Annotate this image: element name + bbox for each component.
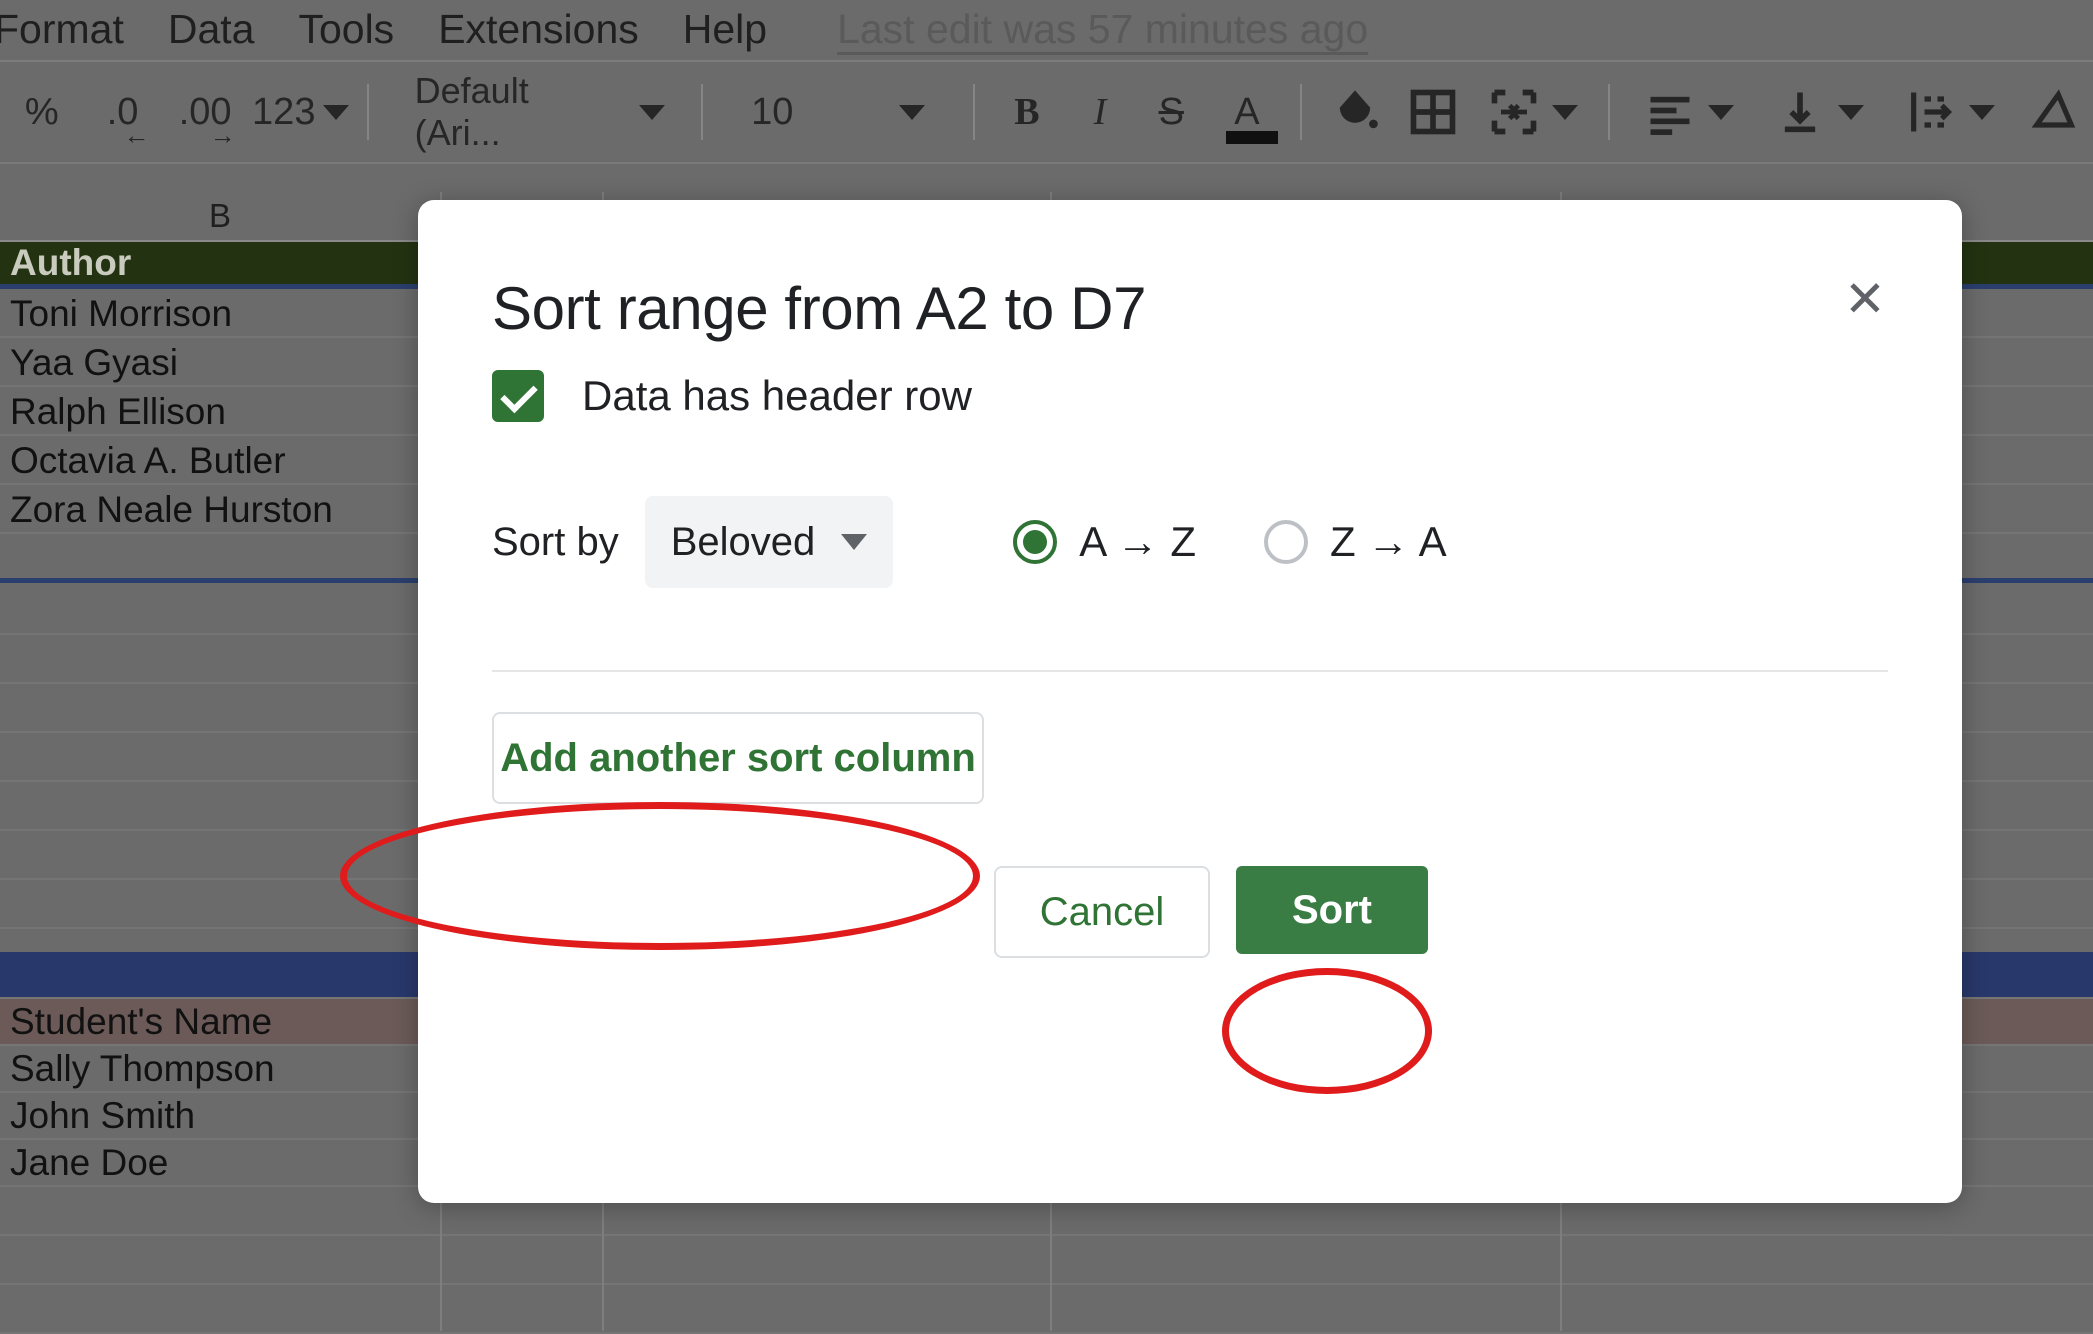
table-cell[interactable]: Student's Name bbox=[0, 998, 440, 1045]
data-has-header-row-control[interactable]: Data has header row bbox=[492, 370, 972, 422]
table-cell[interactable]: Sally Thompson bbox=[0, 1045, 440, 1092]
merge-cells-icon[interactable] bbox=[1472, 62, 1594, 162]
text-color-label: A bbox=[1234, 90, 1260, 133]
chevron-down-icon bbox=[898, 104, 925, 120]
menu-item-format[interactable]: Format bbox=[0, 6, 146, 53]
text-wrapping-icon[interactable] bbox=[1884, 62, 2014, 162]
increase-decimal-button[interactable]: .00 → bbox=[162, 62, 249, 162]
chevron-down-icon bbox=[1707, 104, 1734, 120]
table-cell[interactable]: Author bbox=[0, 240, 440, 287]
table-cell[interactable]: Zora Neale Hurston bbox=[0, 486, 440, 533]
table-cell[interactable]: Ralph Ellison bbox=[0, 388, 440, 435]
percent-format-button[interactable]: % bbox=[0, 62, 83, 162]
toolbar-divider bbox=[1299, 84, 1302, 140]
table-row[interactable] bbox=[0, 1238, 2093, 1285]
table-cell[interactable]: Jane Doe bbox=[0, 1139, 440, 1186]
toolbar-divider bbox=[972, 84, 975, 140]
header-row-checkbox[interactable] bbox=[492, 370, 544, 422]
menu-item-extensions[interactable]: Extensions bbox=[416, 6, 661, 53]
toolbar-divider bbox=[1607, 84, 1610, 140]
font-size-label: 10 bbox=[751, 90, 794, 133]
table-row[interactable] bbox=[0, 1287, 2093, 1334]
sort-order-radio-group: A → Z Z → A bbox=[1013, 518, 1447, 566]
sort-range-dialog: Sort range from A2 to D7 ✕ Data has head… bbox=[418, 200, 1962, 1203]
toolbar: % .0 ← .00 → 123 Default (Ari... 10 B I … bbox=[0, 60, 2093, 164]
menu-item-tools[interactable]: Tools bbox=[276, 6, 416, 53]
menu-bar: Format Data Tools Extensions Help Last e… bbox=[0, 0, 2093, 58]
sort-by-row: Sort by Beloved A → Z Z → A bbox=[492, 496, 1447, 588]
table-cell[interactable]: Yaa Gyasi bbox=[0, 339, 440, 386]
vertical-align-icon[interactable] bbox=[1754, 62, 1884, 162]
sort-order-descending-label: Z → A bbox=[1329, 518, 1447, 565]
column-header-B[interactable]: B bbox=[0, 192, 440, 240]
dialog-divider bbox=[492, 670, 1888, 672]
table-cell[interactable]: Toni Morrison bbox=[0, 290, 440, 337]
strikethrough-button[interactable]: S bbox=[1135, 62, 1208, 162]
cancel-button[interactable]: Cancel bbox=[994, 866, 1210, 958]
last-edit-status[interactable]: Last edit was 57 minutes ago bbox=[837, 6, 1368, 53]
fill-color-icon[interactable] bbox=[1316, 62, 1394, 162]
italic-button[interactable]: I bbox=[1065, 62, 1135, 162]
toolbar-divider bbox=[701, 84, 704, 140]
decrease-decimal-button[interactable]: .0 ← bbox=[83, 62, 161, 162]
menu-item-data[interactable]: Data bbox=[146, 6, 277, 53]
sort-by-column-value: Beloved bbox=[670, 519, 816, 564]
text-color-button[interactable]: A bbox=[1208, 62, 1286, 162]
radio-unselected-icon[interactable] bbox=[1263, 520, 1308, 564]
chevron-down-icon bbox=[323, 104, 350, 120]
table-cell[interactable]: Octavia A. Butler bbox=[0, 437, 440, 484]
chevron-down-icon bbox=[1552, 104, 1579, 120]
chevron-down-icon bbox=[1968, 104, 1995, 120]
color-swatch bbox=[1225, 131, 1278, 144]
number-format-label: 123 bbox=[252, 90, 316, 133]
sort-order-ascending-label: A → Z bbox=[1079, 518, 1196, 565]
chevron-down-icon bbox=[841, 534, 868, 550]
table-cell[interactable]: John Smith bbox=[0, 1092, 440, 1139]
chevron-down-icon bbox=[639, 104, 666, 120]
borders-icon[interactable] bbox=[1394, 62, 1472, 162]
font-family-label: Default (Ari... bbox=[414, 70, 529, 153]
dialog-title: Sort range from A2 to D7 bbox=[492, 275, 1147, 342]
radio-selected-icon[interactable] bbox=[1013, 520, 1058, 564]
font-size-select[interactable]: 10 bbox=[717, 62, 959, 162]
arrow-right-icon: → bbox=[209, 120, 236, 150]
sort-order-ascending-option[interactable]: A → Z bbox=[1013, 518, 1196, 566]
sort-by-label: Sort by bbox=[492, 519, 619, 564]
close-icon[interactable]: ✕ bbox=[1836, 272, 1894, 330]
arrow-left-icon: ← bbox=[123, 120, 150, 150]
toolbar-divider bbox=[366, 84, 369, 140]
number-format-button[interactable]: 123 bbox=[249, 62, 353, 162]
text-rotation-icon[interactable] bbox=[2015, 62, 2093, 162]
sort-by-column-select[interactable]: Beloved bbox=[644, 496, 894, 588]
bold-button[interactable]: B bbox=[989, 62, 1065, 162]
font-family-select[interactable]: Default (Ari... bbox=[383, 62, 688, 162]
header-row-label: Data has header row bbox=[582, 372, 972, 419]
sort-button[interactable]: Sort bbox=[1236, 866, 1428, 954]
sort-order-descending-option[interactable]: Z → A bbox=[1263, 518, 1447, 566]
menu-item-help[interactable]: Help bbox=[661, 6, 789, 53]
add-another-sort-column-button[interactable]: Add another sort column bbox=[492, 712, 984, 804]
horizontal-align-icon[interactable] bbox=[1624, 62, 1754, 162]
chevron-down-icon bbox=[1838, 104, 1865, 120]
